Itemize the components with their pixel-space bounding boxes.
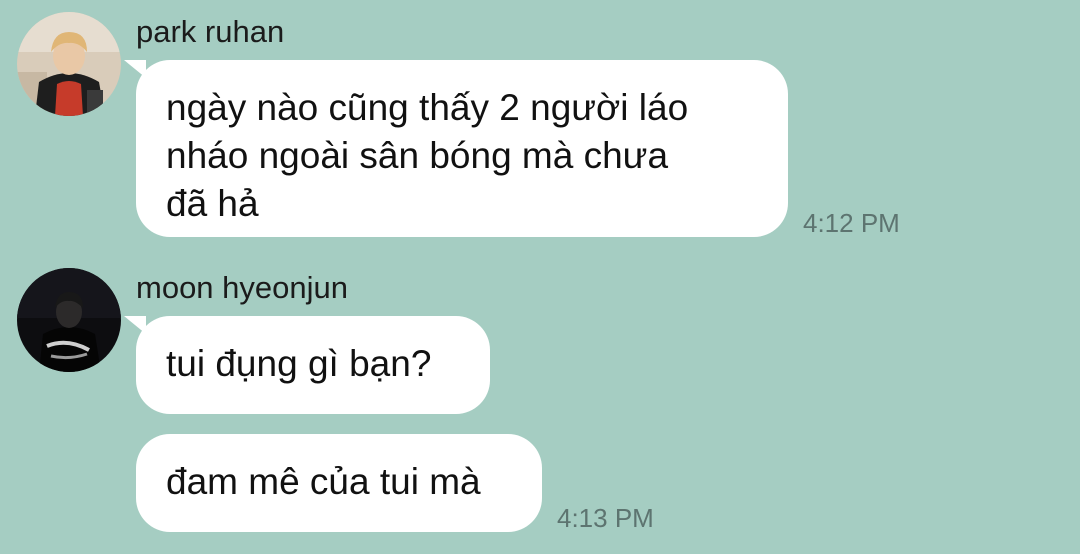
- user-avatar-icon: [17, 268, 121, 372]
- message-text-line: tui đụng gì bạn?: [166, 343, 432, 384]
- message-text-line: ngày nào cũng thấy 2 người láo: [166, 87, 689, 128]
- sender-name-moon-hyeonjun: moon hyeonjun: [136, 270, 348, 305]
- message-bubble[interactable]: ngày nào cũng thấy 2 người láo nháo ngoà…: [124, 60, 788, 237]
- message-bubble[interactable]: tui đụng gì bạn?: [124, 316, 490, 414]
- message-timestamp: 4:12 PM: [803, 208, 900, 238]
- message-text-line: đã hả: [166, 183, 259, 224]
- message-text-line: đam mê của tui mà: [166, 461, 481, 502]
- avatar-moon-hyeonjun[interactable]: [17, 268, 121, 372]
- message-bubble[interactable]: đam mê của tui mà: [136, 434, 542, 532]
- sender-name-park-ruhan: park ruhan: [136, 14, 285, 49]
- user-avatar-icon: [17, 12, 121, 116]
- message-timestamp: 4:13 PM: [557, 503, 654, 533]
- avatar-park-ruhan[interactable]: [17, 12, 121, 116]
- message-text-line: nháo ngoài sân bóng mà chưa: [166, 135, 669, 176]
